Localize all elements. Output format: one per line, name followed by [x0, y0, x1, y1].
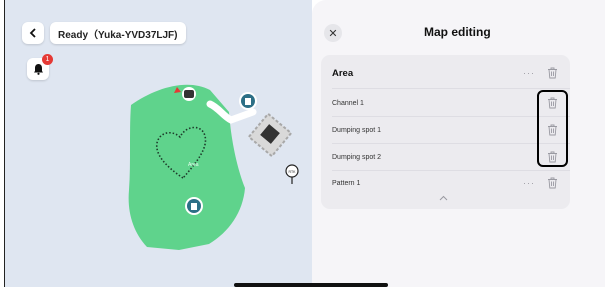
row-label: Dumping spot 2: [332, 153, 382, 161]
bell-icon: [33, 64, 43, 75]
divider: [332, 143, 570, 144]
chevron-up-icon[interactable]: [439, 195, 448, 201]
rtk-station-icon: RTK: [285, 164, 299, 184]
panel-title: Map editing: [424, 25, 491, 39]
area-map-label: Area: [188, 162, 199, 168]
trash-highlight-box: [537, 90, 568, 167]
notification-badge: 1: [42, 54, 53, 65]
list-item-channel[interactable]: Channel 1: [321, 96, 570, 110]
more-options-icon[interactable]: ···: [523, 178, 535, 188]
back-button[interactable]: [22, 22, 44, 44]
device-status: Ready（Yuka-YVD37LJF): [50, 22, 186, 44]
divider: [332, 170, 570, 171]
divider: [332, 88, 570, 89]
close-icon: ✕: [328, 27, 338, 40]
trash-icon[interactable]: [547, 177, 558, 189]
close-button[interactable]: ✕: [324, 24, 342, 42]
home-indicator: [234, 283, 388, 287]
status-bar: Ready（Yuka-YVD37LJF): [22, 22, 186, 44]
more-options-icon[interactable]: ···: [523, 68, 535, 78]
row-label: Channel 1: [332, 99, 364, 107]
dumping-spot-icon: [185, 197, 203, 215]
svg-text:RTK: RTK: [289, 170, 297, 174]
chevron-left-icon: [29, 28, 36, 38]
list-item-dumping-spot-1[interactable]: Dumping spot 1: [321, 123, 570, 137]
divider: [332, 116, 570, 117]
dumping-spot-icon: [239, 92, 257, 110]
trash-icon[interactable]: [547, 67, 558, 79]
area-header-row[interactable]: Area ···: [321, 66, 570, 80]
section-title: Area: [332, 67, 354, 79]
list-item-dumping-spot-2[interactable]: Dumping spot 2: [321, 150, 570, 164]
list-item-pattern[interactable]: Pattern 1 ···: [321, 176, 570, 190]
area-card: Area ··· Channel 1 Dumping spot 1 Dumpin…: [321, 55, 570, 209]
notifications-button[interactable]: 1: [27, 54, 53, 80]
row-label: Pattern 1: [332, 179, 361, 187]
lawn-area: [128, 84, 245, 250]
row-label: Dumping spot 1: [332, 126, 382, 134]
